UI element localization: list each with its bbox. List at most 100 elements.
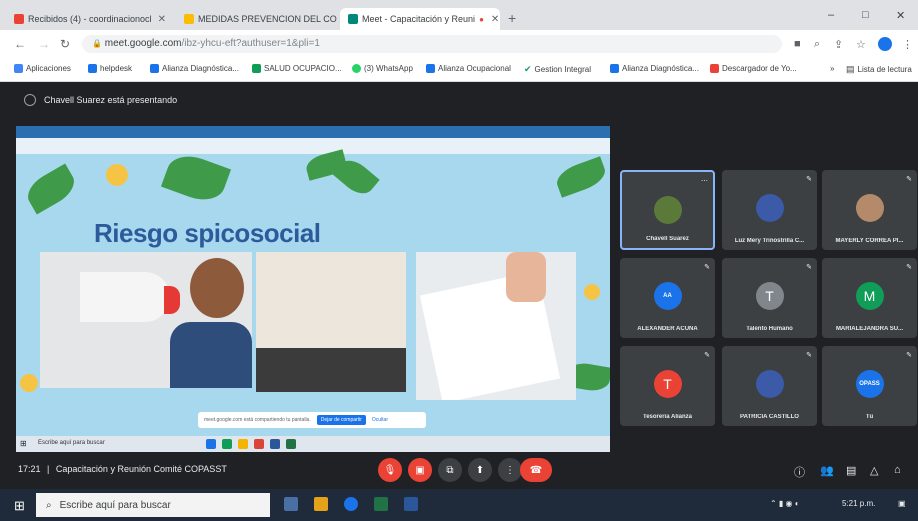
participant-tile[interactable]: ✎ MAYERLY CORREA PI... — [822, 170, 917, 250]
bookmark-label: Aplicaciones — [26, 64, 71, 73]
present-button[interactable]: ⬆ — [468, 458, 492, 482]
mic-off-icon: ✎ — [906, 352, 912, 359]
megaphone-photo — [40, 252, 252, 388]
file-explorer-icon[interactable] — [314, 497, 328, 511]
stop-sharing-button[interactable]: Dejar de compartir — [316, 415, 366, 425]
camera-toggle-button[interactable]: ▣ — [408, 458, 432, 482]
participant-tile[interactable]: ⋯ Chavell Suarez — [620, 170, 715, 250]
shared-browser-tabs — [16, 126, 610, 138]
participant-name: Tesoreria Alianza — [642, 414, 693, 420]
recording-dot-icon: ● — [479, 14, 484, 24]
lock-icon[interactable]: ⌂ — [894, 464, 901, 476]
presentation-slide: Riesgo spicosocial — [16, 148, 610, 436]
presenter-avatar — [24, 94, 36, 106]
close-icon[interactable]: ✕ — [158, 14, 166, 25]
avatar — [755, 194, 784, 222]
participant-tile[interactable]: ✎ T Tesoreria Alianza — [620, 346, 715, 426]
bookmark-item[interactable]: (3) WhatsApp — [352, 64, 413, 73]
bookmark-label: helpdesk — [100, 64, 133, 73]
mic-off-icon: ✎ — [806, 176, 812, 183]
leaf-decoration — [21, 163, 81, 215]
chat-icon[interactable]: ▤ — [846, 464, 856, 477]
url-field[interactable]: 🔒 meet.google.com/ibz-yhcu-eft?authuser=… — [82, 35, 782, 53]
tab-drive[interactable]: MEDIDAS PREVENCION DEL CO ✕ — [176, 8, 338, 30]
excel-icon[interactable] — [374, 497, 388, 511]
bookmark-item[interactable]: ✔ Gestion Integral — [524, 64, 591, 75]
info-icon[interactable]: ⓘ — [794, 464, 805, 480]
participant-tile[interactable]: ✎ Luz Mery Trinostrilla C... — [722, 170, 817, 250]
avatar: AA — [653, 282, 682, 310]
participant-tile[interactable]: ✎ PATRICIA CASTILLO — [722, 346, 817, 426]
whatsapp-icon — [352, 64, 361, 73]
presenting-banner: Chavell Suarez está presentando — [24, 94, 177, 106]
close-icon[interactable]: ✕ — [491, 14, 499, 25]
hide-banner-button[interactable]: Ocultar — [372, 417, 388, 423]
task-view-icon[interactable] — [284, 497, 298, 511]
bookmark-label: SALUD OCUPACIO... — [264, 64, 342, 73]
app-icon — [206, 439, 216, 449]
shared-address-bar — [16, 138, 610, 154]
participant-tile[interactable]: ✎ AA ALEXANDER ACUÑA — [620, 258, 715, 338]
desk-shape — [256, 348, 406, 392]
back-icon[interactable]: ← — [14, 37, 26, 51]
star-icon[interactable]: ☆ — [856, 38, 866, 51]
leave-call-button[interactable]: ☎ — [520, 458, 552, 482]
avatar: T — [653, 370, 682, 398]
forward-icon[interactable]: → — [38, 37, 50, 51]
tray-clock[interactable]: 5:21 p.m. — [842, 499, 875, 508]
new-tab-button[interactable]: + — [508, 10, 516, 26]
close-window-button[interactable]: ✕ — [896, 9, 905, 22]
app-icon — [222, 439, 232, 449]
windows-start-icon[interactable]: ⊞ — [14, 498, 25, 514]
mic-toggle-button[interactable]: 🎙 — [378, 458, 402, 482]
reading-list-button[interactable]: ▤ Lista de lectura — [846, 64, 912, 75]
search-icon[interactable]: ⌕ — [814, 38, 820, 51]
reload-icon[interactable]: ↻ — [60, 37, 70, 51]
tray-icons[interactable]: ⌃ ▮ ◉ ◐ — [770, 499, 800, 508]
maximize-button[interactable]: □ — [862, 9, 869, 21]
participant-tile-self[interactable]: ✎ OPASS Tú — [822, 346, 917, 426]
participant-name: MAYERLY CORREA PI... — [835, 238, 904, 244]
mic-off-icon: ✎ — [704, 352, 710, 359]
bookmark-item[interactable]: Alianza Diagnóstica... — [150, 64, 239, 73]
notifications-icon[interactable]: ▣ — [898, 499, 906, 508]
captions-button[interactable]: ⧉ — [438, 458, 462, 482]
bookmark-item[interactable]: SALUD OCUPACIO... — [252, 64, 342, 73]
chevron-right-icon: » — [830, 64, 835, 73]
bookmark-item[interactable]: Alianza Diagnóstica... — [610, 64, 699, 73]
bookmark-item[interactable]: helpdesk — [88, 64, 132, 73]
bookmark-item[interactable]: Descargador de Yo... — [710, 64, 797, 73]
avatar — [755, 370, 784, 398]
person-shirt — [170, 322, 252, 388]
participant-tile[interactable]: ✎ M MARIALEJANDRA SU... — [822, 258, 917, 338]
activities-icon[interactable]: △ — [870, 464, 878, 477]
avatar — [855, 194, 884, 222]
mic-off-icon: ✎ — [806, 264, 812, 271]
profile-avatar[interactable] — [878, 37, 892, 51]
minimize-button[interactable]: – — [828, 9, 834, 21]
participant-tile[interactable]: ✎ T Talento Humano — [722, 258, 817, 338]
more-options-button[interactable]: ⋮ — [498, 458, 522, 482]
share-icon[interactable]: ⇪ — [834, 38, 843, 51]
tab-gmail[interactable]: Recibidos (4) - coordinacionocl ✕ — [6, 8, 174, 30]
meeting-time: 17:21 — [18, 464, 41, 474]
tab-meet[interactable]: Meet - Capacitación y Reuni ● ✕ — [340, 8, 500, 30]
more-bookmarks-button[interactable]: » — [830, 64, 834, 73]
bookmark-item[interactable]: Aplicaciones — [14, 64, 71, 73]
flower-decoration — [20, 374, 38, 392]
people-icon[interactable]: 👥 — [820, 464, 834, 477]
bookmark-label: Gestion Integral — [534, 65, 592, 74]
more-options-icon[interactable]: ⋯ — [701, 177, 708, 185]
chrome-icon[interactable] — [344, 497, 358, 511]
bookmark-item[interactable]: Alianza Ocupacional — [426, 64, 511, 73]
camera-icon[interactable]: ■ — [794, 38, 801, 50]
app-icon — [238, 439, 248, 449]
word-icon[interactable] — [404, 497, 418, 511]
meet-window: Chavell Suarez está presentando Riesgo s… — [0, 82, 918, 489]
menu-icon[interactable]: ⋮ — [902, 38, 913, 51]
hand-shape — [506, 252, 546, 302]
participant-name: Chavell Suarez — [646, 236, 689, 242]
meet-icon — [348, 14, 358, 24]
megaphone-bell — [164, 286, 180, 314]
taskbar-search-input[interactable]: ⌕ Escribe aquí para buscar — [36, 493, 270, 517]
